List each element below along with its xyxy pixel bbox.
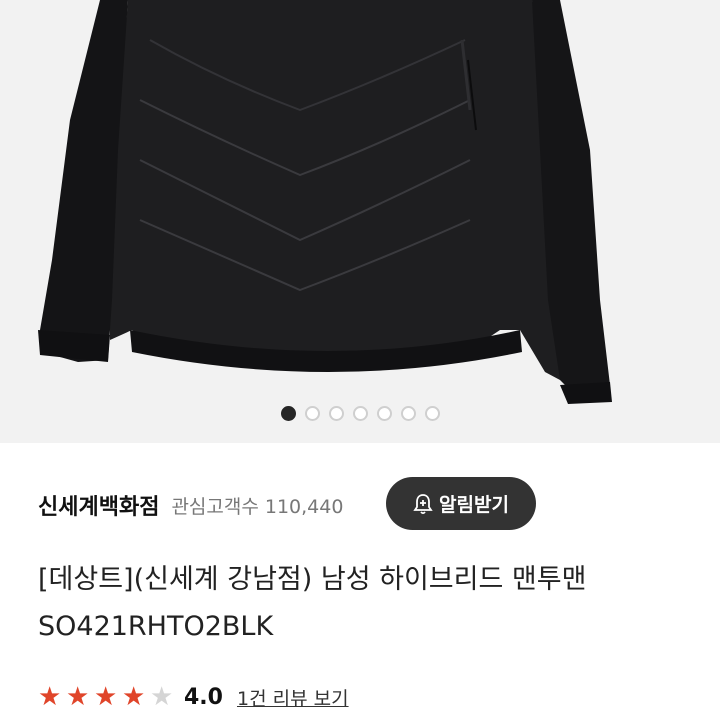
carousel-dot[interactable] [280, 406, 296, 421]
product-title: [데상트](신세계 강남점) 남성 하이브리드 맨투맨 SO421RHTO2BL… [38, 564, 587, 642]
bell-plus-icon [413, 493, 433, 514]
star-filled-icon: ★ [66, 682, 90, 712]
rating-summary: ★ ★ ★ ★ ★ 4.0 1건 리뷰 보기 [38, 680, 349, 714]
followers-info: 관심고객수 110,440 [171, 492, 343, 519]
followers-count: 110,440 [264, 495, 344, 518]
carousel-dot[interactable] [424, 406, 440, 421]
carousel-dot[interactable] [376, 406, 392, 421]
product-image-gallery[interactable] [0, 0, 720, 443]
alarm-subscribe-button[interactable]: 알림받기 [386, 477, 536, 530]
star-rating: ★ ★ ★ ★ ★ [38, 684, 178, 710]
star-empty-icon: ★ [150, 682, 174, 712]
star-filled-icon: ★ [38, 682, 62, 712]
rating-score: 4.0 [184, 684, 223, 710]
carousel-dot[interactable] [304, 406, 320, 421]
product-image [38, 0, 612, 404]
carousel-indicators[interactable] [0, 406, 720, 421]
alarm-button-label: 알림받기 [439, 494, 509, 516]
carousel-dot[interactable] [352, 406, 368, 421]
star-filled-icon: ★ [94, 682, 118, 712]
star-filled-icon: ★ [122, 682, 146, 712]
seller-name[interactable]: 신세계백화점 [38, 489, 159, 521]
followers-label: 관심고객수 [171, 495, 259, 518]
carousel-dot[interactable] [328, 406, 344, 421]
review-link[interactable]: 1건 리뷰 보기 [237, 684, 349, 711]
carousel-dot[interactable] [400, 406, 416, 421]
